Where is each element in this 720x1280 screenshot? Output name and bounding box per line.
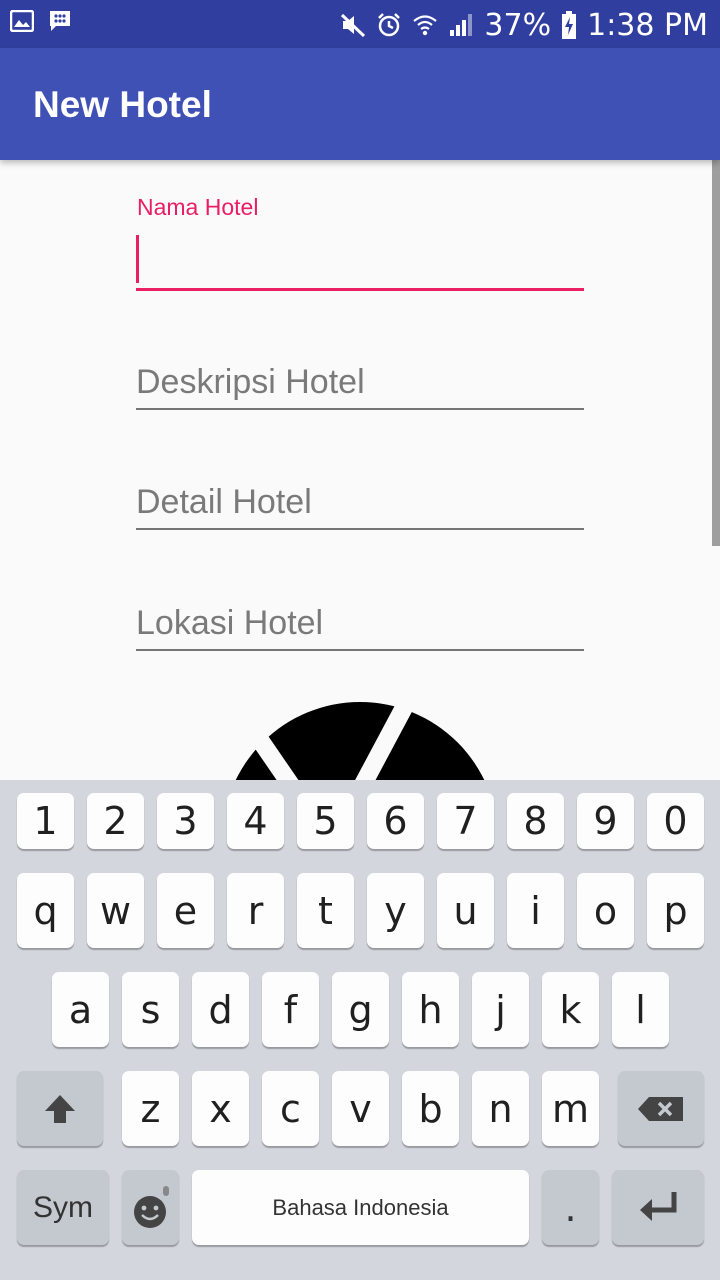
detail-hotel-input[interactable] — [136, 483, 584, 522]
shift-arrow-icon — [45, 1094, 75, 1123]
battery-percent: 37% — [484, 7, 552, 43]
key-n[interactable]: n — [472, 1071, 529, 1146]
key-k[interactable]: k — [542, 972, 599, 1047]
backspace-icon — [638, 1096, 683, 1121]
alarm-icon — [378, 13, 401, 37]
key-5[interactable]: 5 — [297, 793, 354, 849]
emoji-key[interactable] — [122, 1170, 179, 1245]
period-key[interactable]: . — [542, 1170, 599, 1245]
key-y[interactable]: y — [367, 873, 424, 948]
key-9[interactable]: 9 — [577, 793, 634, 849]
deskripsi-hotel-input[interactable] — [136, 363, 584, 402]
key-w[interactable]: w — [87, 873, 144, 948]
lokasi-hotel-input[interactable] — [136, 604, 584, 643]
status-bar: 37% 1:38 PM — [0, 0, 720, 48]
period-key-label: . — [564, 1185, 577, 1230]
key-z[interactable]: z — [122, 1071, 179, 1146]
key-l[interactable]: l — [612, 972, 669, 1047]
key-r[interactable]: r — [227, 873, 284, 948]
camera-aperture-icon[interactable] — [220, 700, 500, 780]
key-x[interactable]: x — [192, 1071, 249, 1146]
image-notification-icon — [10, 10, 34, 32]
key-f[interactable]: f — [262, 972, 319, 1047]
key-s[interactable]: s — [122, 972, 179, 1047]
key-6[interactable]: 6 — [367, 793, 424, 849]
text-cursor — [136, 235, 139, 283]
bbm-icon — [50, 11, 70, 31]
key-4[interactable]: 4 — [227, 793, 284, 849]
key-o[interactable]: o — [577, 873, 634, 948]
sym-key-label: Sym — [33, 1190, 93, 1224]
key-i[interactable]: i — [507, 873, 564, 948]
backspace-key[interactable] — [618, 1071, 704, 1146]
key-m[interactable]: m — [542, 1071, 599, 1146]
emoji-icon — [133, 1185, 169, 1228]
key-g[interactable]: g — [332, 972, 389, 1047]
key-u[interactable]: u — [437, 873, 494, 948]
key-8[interactable]: 8 — [507, 793, 564, 849]
nama-hotel-label: Nama Hotel — [137, 194, 259, 220]
app-bar: New Hotel — [0, 48, 720, 160]
key-7[interactable]: 7 — [437, 793, 494, 849]
sym-key[interactable]: Sym — [17, 1170, 109, 1245]
space-key-label: Bahasa Indonesia — [272, 1194, 449, 1220]
enter-icon — [640, 1191, 677, 1221]
form-container[interactable]: Nama Hotel — [0, 160, 720, 780]
shift-key[interactable] — [17, 1071, 103, 1146]
battery-charging-icon — [562, 11, 577, 39]
key-e[interactable]: e — [157, 873, 214, 948]
detail-hotel-field[interactable] — [136, 470, 584, 530]
key-q[interactable]: q — [17, 873, 74, 948]
enter-key[interactable] — [612, 1170, 704, 1245]
signal-icon — [450, 14, 473, 36]
key-a[interactable]: a — [52, 972, 109, 1047]
nama-hotel-field[interactable] — [136, 233, 584, 291]
key-h[interactable]: h — [402, 972, 459, 1047]
page-title: New Hotel — [33, 84, 212, 125]
lokasi-hotel-field[interactable] — [136, 591, 584, 651]
key-3[interactable]: 3 — [157, 793, 214, 849]
soft-keyboard: 1 2 3 4 5 6 7 8 9 0 q w e r t y u i o p … — [0, 780, 720, 1280]
key-d[interactable]: d — [192, 972, 249, 1047]
clock: 1:38 PM — [587, 7, 708, 43]
mute-icon — [341, 13, 366, 38]
space-key[interactable]: Bahasa Indonesia — [192, 1170, 529, 1245]
key-2[interactable]: 2 — [87, 793, 144, 849]
key-c[interactable]: c — [262, 1071, 319, 1146]
key-0[interactable]: 0 — [647, 793, 704, 849]
key-v[interactable]: v — [332, 1071, 389, 1146]
scrollbar[interactable] — [712, 160, 720, 546]
key-1[interactable]: 1 — [17, 793, 74, 849]
wifi-icon — [413, 15, 438, 36]
key-j[interactable]: j — [472, 972, 529, 1047]
deskripsi-hotel-field[interactable] — [136, 350, 584, 410]
key-b[interactable]: b — [402, 1071, 459, 1146]
key-p[interactable]: p — [647, 873, 704, 948]
key-t[interactable]: t — [297, 873, 354, 948]
